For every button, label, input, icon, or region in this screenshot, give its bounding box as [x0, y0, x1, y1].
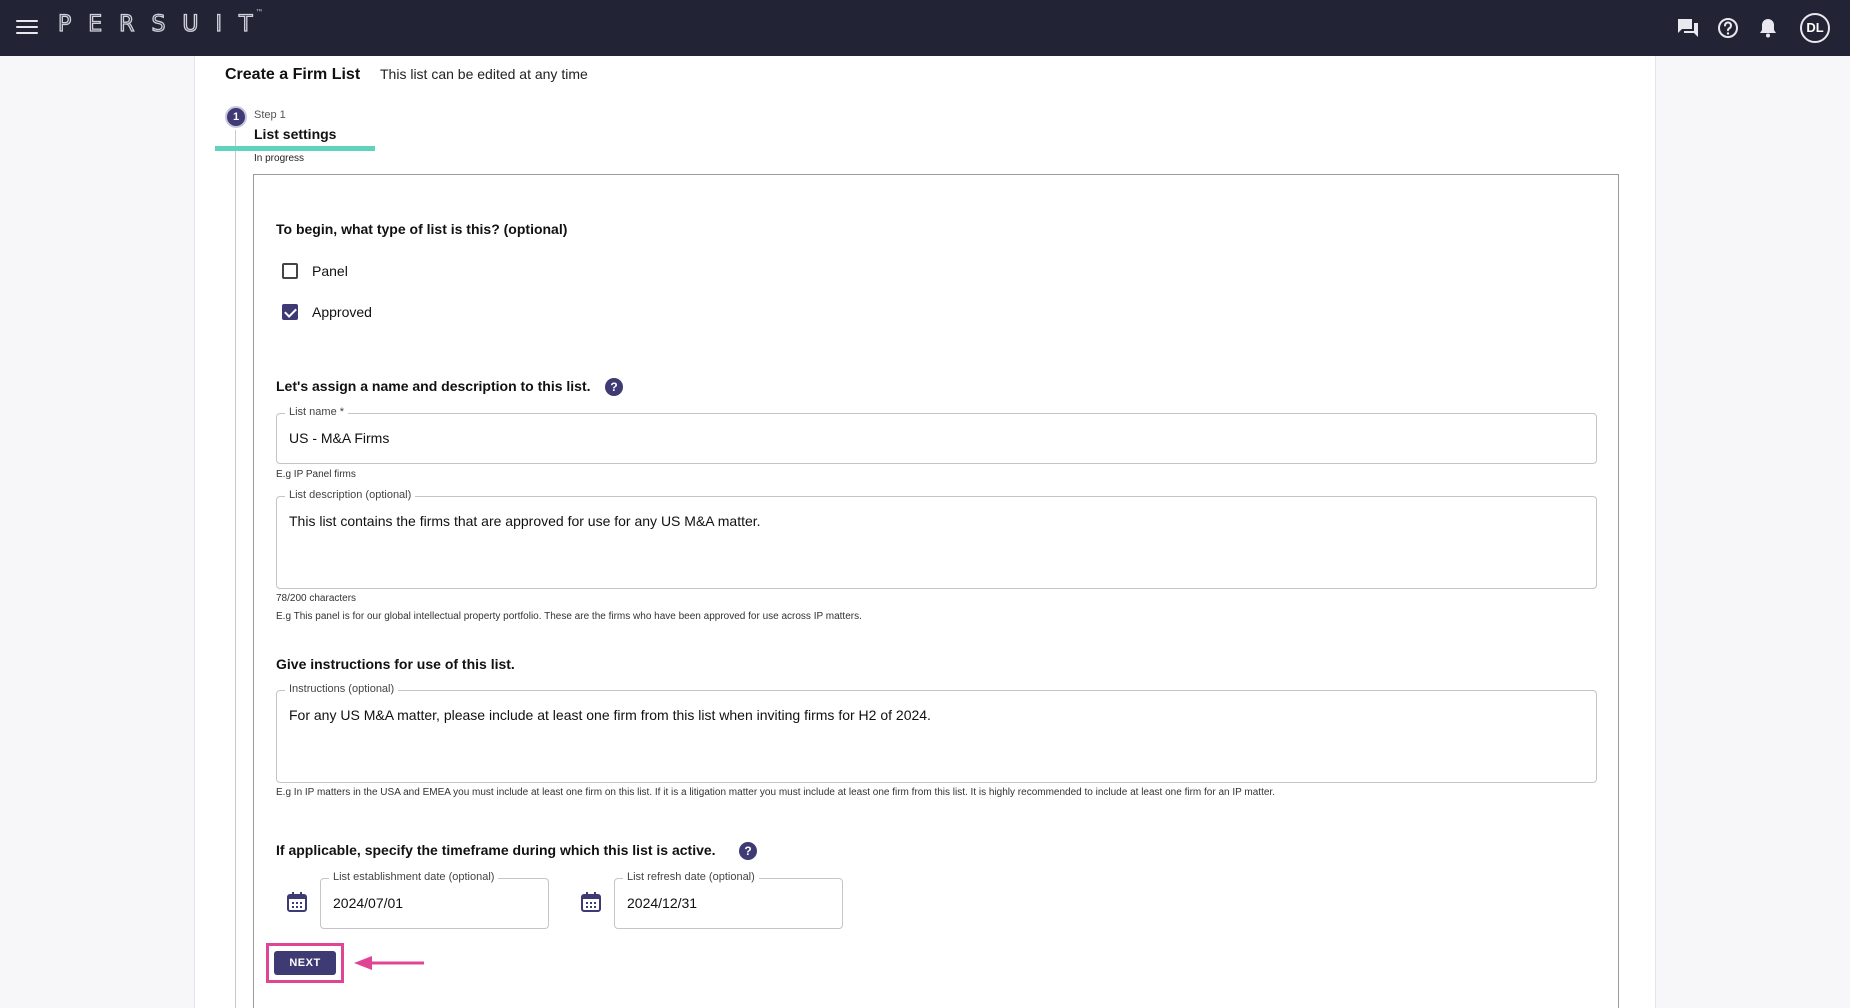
- page-subtitle: This list can be edited at any time: [380, 66, 588, 82]
- list-name-label: List name *: [285, 406, 349, 418]
- list-name-hint: E.g IP Panel firms: [276, 469, 356, 480]
- name-help-icon[interactable]: ?: [605, 378, 623, 396]
- instructions-label: Instructions (optional): [285, 683, 399, 695]
- establishment-date-label: List establishment date (optional): [329, 871, 499, 883]
- main-panel: Create a Firm List This list can be edit…: [194, 56, 1656, 1008]
- description-char-count: 78/200 characters: [276, 593, 357, 604]
- approved-checkbox[interactable]: [282, 304, 298, 320]
- list-type-question: To begin, what type of list is this? (op…: [276, 221, 568, 237]
- list-name-value[interactable]: US - M&A Firms: [289, 430, 389, 446]
- persuit-logo[interactable]: PERSUIT™: [57, 8, 277, 38]
- timeframe-question: If applicable, specify the timeframe dur…: [276, 842, 716, 858]
- next-button[interactable]: NEXT: [274, 951, 336, 975]
- approved-checkbox-label[interactable]: Approved: [312, 304, 372, 320]
- panel-checkbox-label[interactable]: Panel: [312, 263, 348, 279]
- logo-text: PERSUIT: [57, 11, 270, 37]
- instructions-value[interactable]: For any US M&A matter, please include at…: [289, 707, 931, 723]
- establishment-calendar-icon[interactable]: [286, 891, 308, 913]
- establishment-date-field[interactable]: List establishment date (optional) 2024/…: [320, 871, 549, 929]
- pointer-arrow-icon: [354, 956, 424, 970]
- step-status: In progress: [254, 153, 305, 164]
- refresh-date-label: List refresh date (optional): [623, 871, 759, 883]
- timeframe-help-icon[interactable]: ?: [739, 842, 757, 860]
- panel-checkbox-row[interactable]: Panel: [282, 261, 348, 281]
- next-button-highlight: NEXT: [266, 943, 344, 983]
- list-description-field[interactable]: List description (optional) This list co…: [276, 489, 1597, 589]
- help-icon[interactable]: [1714, 14, 1742, 42]
- list-description-hint: E.g This panel is for our global intelle…: [276, 611, 862, 622]
- step-kicker: Step 1: [254, 109, 286, 121]
- panel-checkbox[interactable]: [282, 263, 298, 279]
- list-description-label: List description (optional): [285, 489, 416, 501]
- list-description-value[interactable]: This list contains the firms that are ap…: [289, 513, 761, 529]
- top-navigation-bar: PERSUIT™ DL: [0, 0, 1850, 56]
- instructions-field[interactable]: Instructions (optional) For any US M&A m…: [276, 683, 1597, 783]
- step-title[interactable]: List settings: [254, 126, 336, 142]
- page-title: Create a Firm List: [225, 66, 361, 83]
- refresh-date-field[interactable]: List refresh date (optional) 2024/12/31: [614, 871, 843, 929]
- instructions-question: Give instructions for use of this list.: [276, 656, 515, 672]
- bell-icon[interactable]: [1754, 14, 1782, 42]
- step-progress-bar: [215, 146, 375, 151]
- establishment-date-value[interactable]: 2024/07/01: [333, 895, 403, 911]
- list-settings-card: To begin, what type of list is this? (op…: [253, 174, 1619, 1008]
- approved-checkbox-row[interactable]: Approved: [282, 302, 372, 322]
- menu-icon[interactable]: [16, 17, 38, 39]
- list-name-field[interactable]: List name * US - M&A Firms: [276, 406, 1597, 464]
- refresh-date-value[interactable]: 2024/12/31: [627, 895, 697, 911]
- user-avatar[interactable]: DL: [1800, 13, 1830, 43]
- stepper-line: [235, 130, 236, 1008]
- step-number-badge: 1: [225, 106, 247, 128]
- name-description-question: Let's assign a name and description to t…: [276, 378, 591, 394]
- refresh-calendar-icon[interactable]: [580, 891, 602, 913]
- logo-trademark: ™: [255, 8, 264, 17]
- chat-icon[interactable]: [1674, 14, 1702, 42]
- instructions-hint: E.g In IP matters in the USA and EMEA yo…: [276, 787, 1275, 798]
